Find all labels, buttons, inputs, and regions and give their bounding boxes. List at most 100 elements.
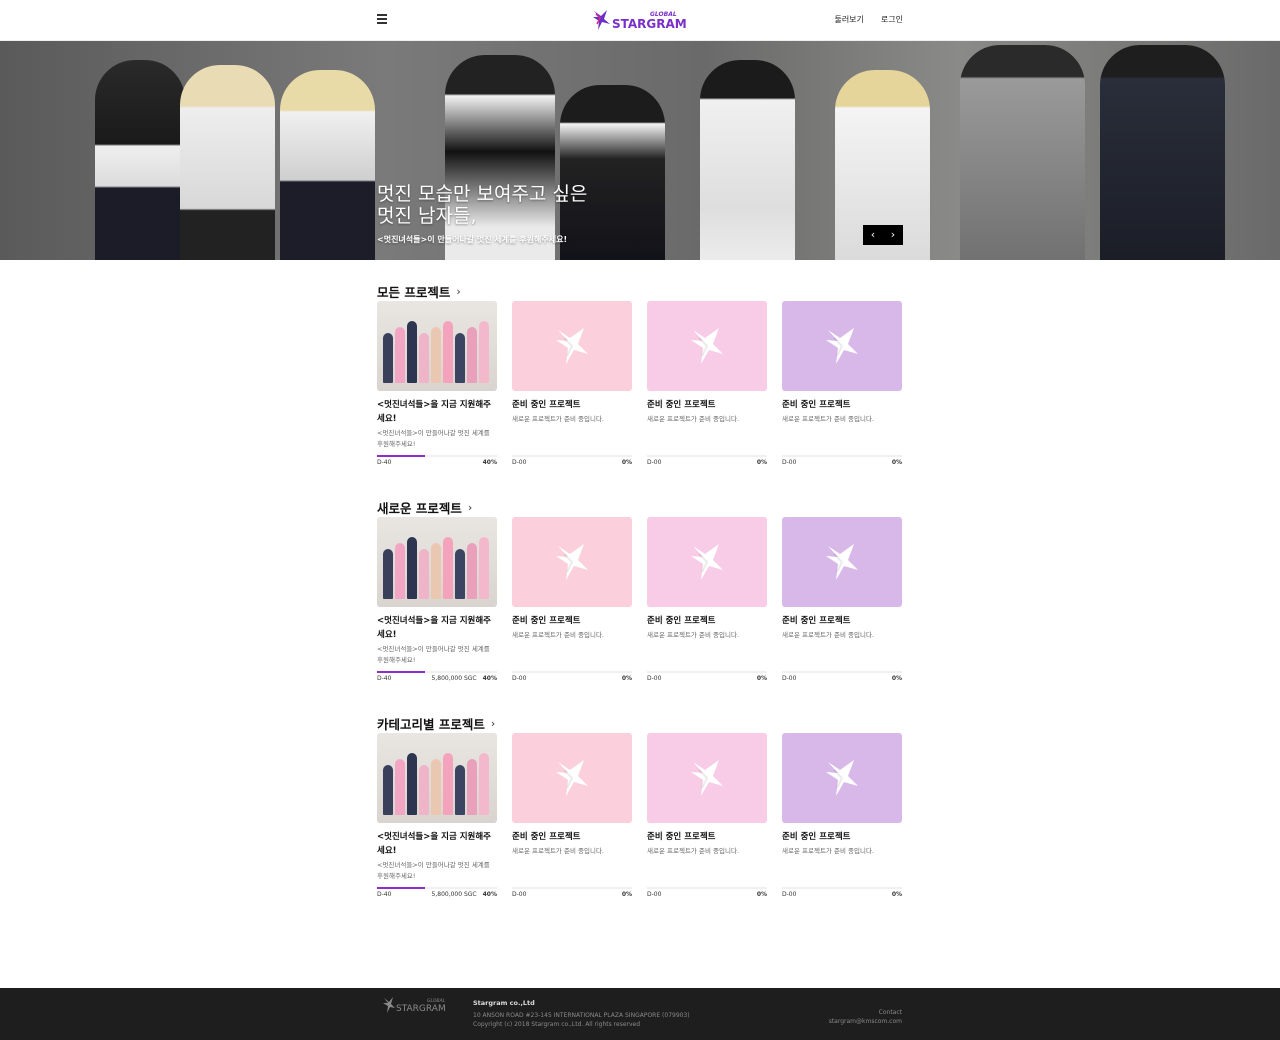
project-thumbnail-placeholder[interactable] [782,301,902,391]
project-card[interactable]: <멋진녀석들>을 지금 지원해주세요! <멋진녀석들>이 만들어나갈 멋진 세계를… [377,301,497,471]
stargram-star-icon [556,544,588,580]
project-title[interactable]: 준비 중인 프로젝트 [647,614,767,628]
project-card[interactable]: 준비 중인 프로젝트 새로운 프로젝트가 준비 중입니다. D-00 0% [647,301,767,471]
project-thumbnail-placeholder[interactable] [782,733,902,823]
footer-contact: Contact stargram@kmscom.com [829,1008,902,1026]
hamburger-menu-icon[interactable] [377,14,387,24]
funding-progress-bar [647,671,767,673]
stargram-logo[interactable]: GLOBAL STARGRAM [590,8,694,32]
chevron-right-icon: › [456,284,461,298]
project-thumbnail-placeholder[interactable] [512,517,632,607]
header-nav: 둘러보기 로그인 [834,14,903,25]
project-card[interactable]: 준비 중인 프로젝트새로운 프로젝트가 준비 중입니다. D-00 0% [782,517,902,687]
project-title[interactable]: <멋진녀석들>을 지금 지원해주세요! [377,398,497,426]
funding-progress-fill [377,455,425,457]
hero-subtitle: <멋진녀석들>이 만들어나갈 멋진 세계를 후원해주세요! [377,235,568,244]
project-card[interactable]: <멋진녀석들>을 지금 지원해주세요! <멋진녀석들>이 만들어나갈 멋진 세계를… [377,517,497,687]
project-card[interactable]: 준비 중인 프로젝트 새로운 프로젝트가 준비 중입니다. D-00 0% [782,301,902,471]
section-title: 모든 프로젝트 [377,284,451,300]
slider-next-button[interactable]: › [883,225,903,245]
project-title[interactable]: 준비 중인 프로젝트 [647,830,767,844]
slider-prev-button[interactable]: ‹ [863,225,883,245]
project-card[interactable]: 준비 중인 프로젝트 새로운 프로젝트가 준비 중입니다. D-00 0% [512,733,632,903]
footer-logo[interactable]: GLOBAL STARGRAM [382,996,454,1014]
hero-person-figure [560,85,665,260]
project-card[interactable]: 준비 중인 프로젝트 새로운 프로젝트가 준비 중입니다. D-00 0% [647,733,767,903]
funding-progress-bar [647,887,767,889]
section-title-link[interactable]: 모든 프로젝트 › [377,282,903,300]
project-description: 새로운 프로젝트가 준비 중입니다. [782,631,874,639]
days-remaining: D-40 [377,891,392,898]
section-title: 새로운 프로젝트 [377,500,462,516]
funding-progress-bar [782,887,902,889]
project-thumbnail-image[interactable] [377,517,497,607]
stargram-star-icon [826,544,858,580]
project-description: <멋진녀석들>이 만들어나갈 멋진 세계를 후원해주세요! [377,429,490,448]
funding-stats: 0% [886,891,902,898]
funding-stats: 0% [886,459,902,466]
funding-stats: 0% [751,675,767,682]
funding-percent: 0% [756,459,767,466]
hero-person-figure [1100,45,1225,260]
project-title[interactable]: 준비 중인 프로젝트 [512,398,632,412]
funding-stats: 0% [616,459,632,466]
project-title[interactable]: <멋진녀석들>을 지금 지원해주세요! [377,830,497,858]
project-card[interactable]: <멋진녀석들>을 지금 지원해주세요! <멋진녀석들>이 만들어나갈 멋진 세계를… [377,733,497,903]
chevron-right-icon: › [467,500,473,514]
funding-amount: 5,800,000 SGC [431,891,477,898]
funding-progress-bar [782,671,902,673]
hero-slider-controls: ‹ › [863,225,903,245]
nav-login-link[interactable]: 로그인 [881,14,903,25]
project-thumbnail-placeholder[interactable] [647,733,767,823]
funding-percent: 0% [891,675,902,682]
project-meta: D-40 5,800,000 SGC 40% [377,891,497,898]
project-thumbnail-placeholder[interactable] [512,301,632,391]
site-header: GLOBAL STARGRAM 둘러보기 로그인 [0,0,1280,41]
project-description: <멋진녀석들>이 만들어나갈 멋진 세계를 후원해주세요! [377,645,490,664]
project-thumbnail-placeholder[interactable] [647,517,767,607]
funding-percent: 40% [482,459,497,466]
hero-person-figure [700,60,795,260]
funding-progress-bar [647,455,767,457]
project-thumbnail-placeholder[interactable] [782,517,902,607]
project-thumbnail-placeholder[interactable] [512,733,632,823]
project-card[interactable]: 준비 중인 프로젝트새로운 프로젝트가 준비 중입니다. D-00 0% [512,301,632,471]
hero-title-line1: 멋진 모습만 보여주고 싶은 [377,183,588,205]
project-card[interactable]: 준비 중인 프로젝트 새로운 프로젝트가 준비 중입니다. D-00 0% [512,517,632,687]
project-title[interactable]: 준비 중인 프로젝트 [512,830,632,844]
project-title[interactable]: 준비 중인 프로젝트 [782,398,902,412]
days-remaining: D-00 [782,675,797,682]
project-thumbnail-placeholder[interactable] [647,301,767,391]
section-title-link[interactable]: 카테고리별 프로젝트 › [377,714,903,732]
project-title[interactable]: 준비 중인 프로젝트 [647,398,767,412]
project-title[interactable]: <멋진녀석들>을 지금 지원해주세요! [377,614,497,642]
stargram-star-icon [826,328,858,364]
funding-percent: 0% [621,891,632,898]
funding-stats: 40% [477,459,497,466]
project-title[interactable]: 준비 중인 프로젝트 [512,614,632,628]
project-card[interactable]: 준비 중인 프로젝트 새로운 프로젝트가 준비 중입니다. D-00 0% [782,733,902,903]
project-meta: D-00 0% [647,675,767,682]
site-footer: GLOBAL STARGRAM Stargram co.,Ltd 10 ANSO… [0,988,1280,1040]
hero-person-figure [960,45,1085,260]
project-meta: D-40 5,800,000 SGC 40% [377,675,497,682]
project-section: 새로운 프로젝트 › <멋진녀석들>을 지금 지원해주세요! <멋진녀석들>이 만들어… [377,498,903,698]
days-remaining: D-00 [647,459,662,466]
project-thumbnail-image[interactable] [377,733,497,823]
project-description: 새로운 프로젝트가 준비 중입니다. [512,415,604,423]
nav-browse-link[interactable]: 둘러보기 [834,14,863,25]
project-card[interactable]: 준비 중인 프로젝트 새로운 프로젝트가 준비 중입니다. D-00 0% [647,517,767,687]
funding-percent: 0% [891,459,902,466]
funding-stats: 0% [616,675,632,682]
funding-percent: 0% [621,459,632,466]
section-title-link[interactable]: 새로운 프로젝트 › [377,498,903,516]
project-title[interactable]: 준비 중인 프로젝트 [782,830,902,844]
project-meta: D-00 0% [782,459,902,466]
funding-stats: 0% [886,675,902,682]
project-meta: D-00 0% [512,459,632,466]
stargram-star-icon [826,760,858,796]
project-thumbnail-image[interactable] [377,301,497,391]
stargram-star-icon [556,328,588,364]
project-title[interactable]: 준비 중인 프로젝트 [782,614,902,628]
footer-contact-email[interactable]: stargram@kmscom.com [829,1017,902,1026]
